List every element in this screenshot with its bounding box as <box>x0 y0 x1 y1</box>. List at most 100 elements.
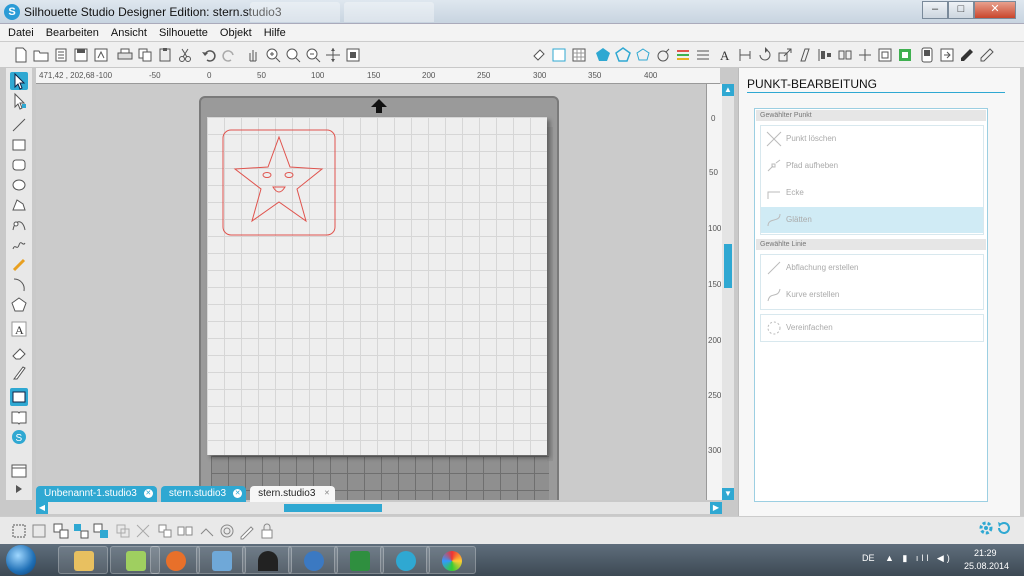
clock-time[interactable]: 21:29 <box>974 548 997 558</box>
knife-tool-icon[interactable] <box>10 364 28 382</box>
pan-hand-icon[interactable] <box>244 46 262 64</box>
eraser-tool-icon[interactable] <box>10 344 28 362</box>
print-icon[interactable] <box>116 46 134 64</box>
grid-settings-icon[interactable] <box>570 46 588 64</box>
window-panel-icon[interactable] <box>10 462 28 480</box>
close-tab-icon[interactable]: ✕ <box>322 489 331 498</box>
gradient-icon[interactable] <box>654 46 672 64</box>
select-all-icon[interactable] <box>10 522 28 540</box>
offset-icon[interactable] <box>876 46 894 64</box>
horizontal-scroll-thumb[interactable] <box>284 504 382 512</box>
menu-datei[interactable]: Datei <box>8 27 34 39</box>
break-path-button[interactable]: Pfad aufheben <box>761 153 983 179</box>
weld-icon[interactable] <box>198 522 216 540</box>
line-width-icon[interactable] <box>694 46 712 64</box>
lock-icon[interactable] <box>258 522 276 540</box>
freehand-tool-icon[interactable] <box>10 236 28 254</box>
minimize-button[interactable]: – <box>922 1 948 19</box>
undo-icon[interactable] <box>200 46 218 64</box>
library-store-icon[interactable] <box>978 46 996 64</box>
menu-objekt[interactable]: Objekt <box>220 27 252 39</box>
release-compound-icon[interactable] <box>114 522 132 540</box>
close-tab-icon[interactable]: ✕ <box>143 489 153 498</box>
clock-date[interactable]: 25.08.2014 <box>964 561 1009 571</box>
rounded-rectangle-tool-icon[interactable] <box>10 156 28 174</box>
save-icon[interactable] <box>72 46 90 64</box>
page-setup-icon[interactable] <box>550 46 568 64</box>
online-store-icon[interactable]: S <box>10 428 28 446</box>
save-library-icon[interactable] <box>92 46 110 64</box>
cut-icon[interactable] <box>176 46 194 64</box>
open-folder-icon[interactable] <box>32 46 50 64</box>
smooth-freehand-tool-icon[interactable] <box>10 256 28 274</box>
offset-tool-icon[interactable] <box>218 522 236 540</box>
design-view-icon[interactable] <box>10 388 28 406</box>
vertical-scrollbar[interactable]: ▲ ▼ <box>722 84 734 500</box>
horizontal-scrollbar[interactable]: ◀ ▶ <box>36 502 722 514</box>
align-icon[interactable] <box>816 46 834 64</box>
keyboard-language[interactable]: DE <box>862 553 875 563</box>
mirror-icon[interactable] <box>176 522 194 540</box>
delete-icon[interactable] <box>134 522 152 540</box>
zoom-selection-icon[interactable] <box>344 46 362 64</box>
close-tab-icon[interactable]: ✕ <box>233 489 243 498</box>
ungroup-icon[interactable] <box>72 522 90 540</box>
group-icon[interactable] <box>52 522 70 540</box>
delete-point-button[interactable]: Punkt löschen <box>761 126 983 152</box>
paste-icon[interactable] <box>156 46 174 64</box>
scroll-up-arrow-icon[interactable]: ▲ <box>722 84 734 96</box>
simplify-button[interactable]: Vereinfachen <box>761 315 983 341</box>
corner-point-button[interactable]: Ecke <box>761 180 983 206</box>
expand-arrow-icon[interactable] <box>10 480 28 498</box>
scroll-right-arrow-icon[interactable]: ▶ <box>710 502 722 514</box>
start-button-icon[interactable] <box>6 545 36 575</box>
task-picture-viewer[interactable] <box>196 546 246 574</box>
zoom-area-icon[interactable] <box>284 46 302 64</box>
vertical-scroll-thumb[interactable] <box>724 244 732 288</box>
arc-tool-icon[interactable] <box>10 276 28 294</box>
task-inkscape[interactable] <box>242 546 292 574</box>
regular-polygon-tool-icon[interactable] <box>10 296 28 314</box>
menu-ansicht[interactable]: Ansicht <box>111 27 147 39</box>
send-to-silhouette-icon[interactable] <box>938 46 956 64</box>
duplicate-icon[interactable] <box>156 522 174 540</box>
line-style-icon[interactable] <box>634 46 652 64</box>
fit-page-icon[interactable] <box>324 46 342 64</box>
tray-icons[interactable]: ▲ ▮ ıll ◀) <box>885 553 953 564</box>
edit-points-tool-icon[interactable] <box>10 92 28 110</box>
design-canvas[interactable] <box>36 84 706 500</box>
task-explorer[interactable] <box>58 546 108 574</box>
gear-icon[interactable] <box>978 520 994 536</box>
copy-icon[interactable] <box>136 46 154 64</box>
scroll-down-arrow-icon[interactable]: ▼ <box>722 488 734 500</box>
deselect-icon[interactable] <box>30 522 48 540</box>
trace-tool-icon[interactable] <box>238 522 256 540</box>
scroll-left-arrow-icon[interactable]: ◀ <box>36 502 48 514</box>
make-curve-button[interactable]: Kurve erstellen <box>761 282 983 308</box>
polygon-tool-icon[interactable] <box>10 196 28 214</box>
trace-icon[interactable] <box>896 46 914 64</box>
text-tool-icon[interactable]: A <box>10 320 28 338</box>
pattern-icon[interactable] <box>674 46 692 64</box>
library-view-icon[interactable] <box>10 408 28 426</box>
curve-tool-icon[interactable] <box>10 216 28 234</box>
zoom-in-icon[interactable] <box>264 46 282 64</box>
line-tool-icon[interactable] <box>10 116 28 134</box>
rotate-icon[interactable] <box>756 46 774 64</box>
refresh-icon[interactable] <box>996 520 1012 536</box>
close-button[interactable]: ✕ <box>974 1 1016 19</box>
zoom-out-icon[interactable] <box>304 46 322 64</box>
task-excel[interactable] <box>334 546 384 574</box>
open-library-icon[interactable] <box>52 46 70 64</box>
doc-tab-unbenannt[interactable]: Unbenannt-1.studio3 ✕ <box>36 486 157 502</box>
task-thunderbird[interactable] <box>288 546 338 574</box>
line-color-icon[interactable] <box>614 46 632 64</box>
ellipse-tool-icon[interactable] <box>10 176 28 194</box>
scale-icon[interactable] <box>776 46 794 64</box>
maximize-button[interactable]: □ <box>948 1 974 19</box>
shear-icon[interactable] <box>796 46 814 64</box>
replicate-icon[interactable] <box>836 46 854 64</box>
select-tool-icon[interactable] <box>10 72 28 90</box>
fill-color-icon[interactable] <box>530 46 548 64</box>
menu-bearbeiten[interactable]: Bearbeiten <box>46 27 99 39</box>
